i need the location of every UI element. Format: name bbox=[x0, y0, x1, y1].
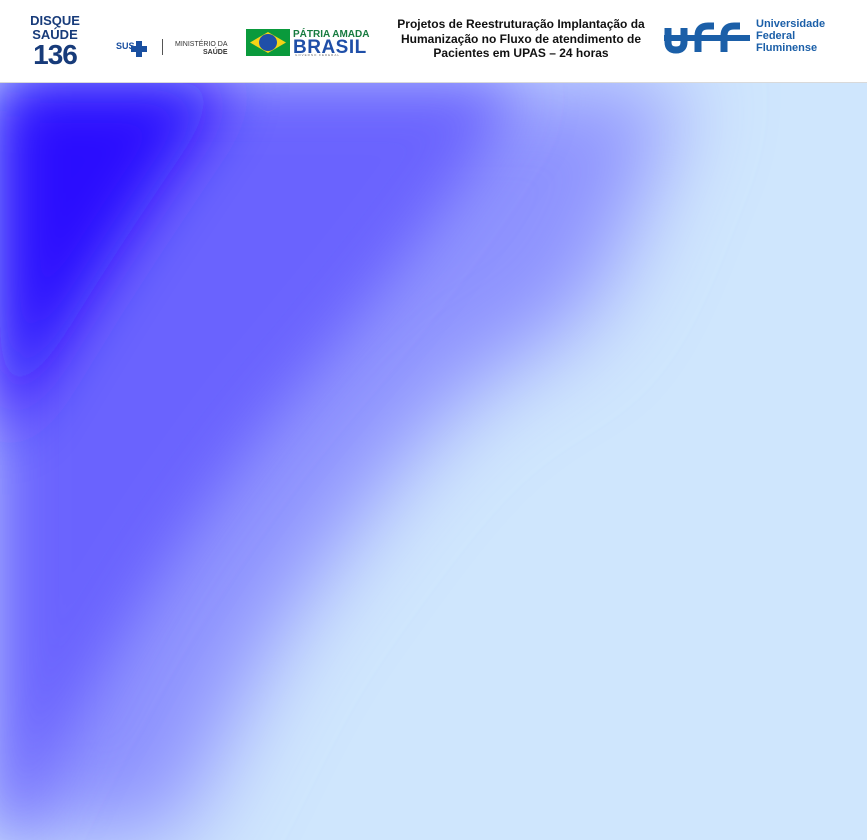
header-banner: DISQUE SAÚDE 136 SUS MINISTÉRIO DA SAÚDE… bbox=[0, 0, 867, 83]
title-line1: Projetos de Reestruturação Implantação d… bbox=[397, 17, 645, 31]
logo-divider bbox=[162, 39, 163, 55]
ministry-line2: SAÚDE bbox=[203, 49, 228, 56]
ministry-line1: MINISTÉRIO DA bbox=[175, 41, 228, 48]
sus-plus-icon bbox=[130, 40, 148, 58]
disque-number: 136 bbox=[33, 39, 78, 70]
brazil-flag-icon bbox=[246, 29, 290, 56]
uff-line3: Fluminense bbox=[756, 42, 818, 54]
gradient-background bbox=[0, 83, 867, 840]
gradient-artwork bbox=[0, 83, 867, 840]
patria-line3: GOVERNO FEDERAL bbox=[295, 53, 341, 57]
ministry-logo: MINISTÉRIO DA SAÚDE bbox=[175, 41, 228, 57]
uff-logo-icon bbox=[664, 22, 750, 54]
uff-name: Universidade Federal Fluminense bbox=[756, 18, 825, 54]
uff-line2: Federal bbox=[756, 30, 796, 42]
title-line2: Humanização no Fluxo de atendimento de bbox=[400, 31, 642, 46]
page-title: Projetos de Reestruturação Implantação d… bbox=[383, 17, 659, 61]
uff-line1: Universidade bbox=[756, 18, 826, 30]
disque-saude-logo: DISQUE SAÚDE 136 bbox=[22, 13, 88, 70]
title-line3: Pacientes em UPAS – 24 horas bbox=[433, 46, 609, 60]
disque-line1: DISQUE bbox=[30, 13, 80, 28]
